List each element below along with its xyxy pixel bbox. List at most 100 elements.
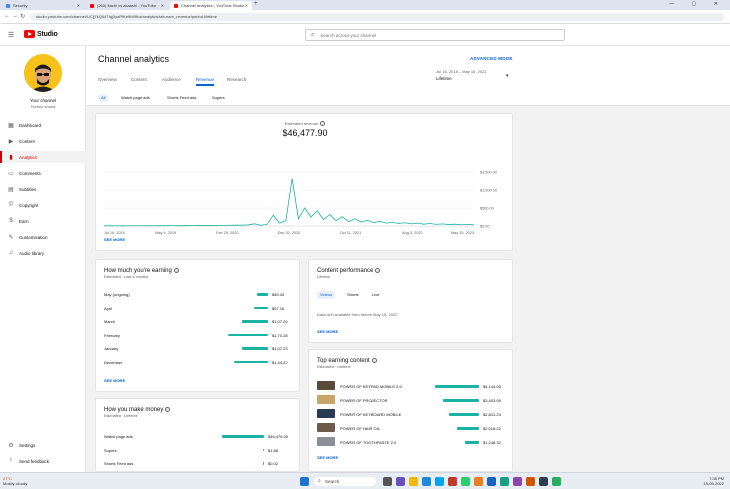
store-icon[interactable] — [435, 477, 444, 486]
date-period-label[interactable]: Lifetime — [436, 76, 452, 81]
content-perf-see-more-link[interactable]: SEE MORE — [317, 329, 338, 334]
menu-icon[interactable]: ☰ — [8, 31, 14, 39]
pill-videos[interactable]: Videos — [317, 291, 336, 299]
channel-avatar[interactable] — [24, 54, 62, 92]
video-thumbnail[interactable] — [317, 409, 335, 418]
system-clock[interactable]: 7:38 PM 15-05-2022 — [704, 476, 724, 486]
chat-icon[interactable] — [396, 477, 405, 486]
chip-all[interactable]: All — [98, 94, 109, 102]
tab-revenue[interactable]: Revenue — [196, 77, 215, 86]
back-icon[interactable]: ← — [4, 13, 10, 19]
tab-content[interactable]: Content — [131, 77, 147, 82]
sidebar-item-dashboard[interactable]: ▦ Dashboard — [0, 119, 86, 131]
feedback-icon: ! — [10, 458, 12, 464]
window-controls[interactable]: — ▢ ✕ — [669, 1, 726, 7]
money-card-subtitle: Estimated · Lifetime — [104, 414, 138, 418]
taskbar-search[interactable]: ⌕ Search — [314, 477, 376, 486]
revenue-chart-card: Estimated revenue i $46,477.90 $1,500.00 $… — [95, 113, 513, 251]
info-icon[interactable]: i — [165, 407, 171, 412]
edge-icon[interactable] — [422, 477, 431, 486]
browser-tab-channel-analytics[interactable]: Channel analytics - YouTube Studio ✕ — [170, 1, 252, 10]
close-tab-icon[interactable]: ✕ — [161, 3, 164, 8]
top-earning-row-label[interactable]: POWER OF PROJECTOR — [340, 398, 387, 403]
weather-widget[interactable]: 27°C Mostly cloudy — [3, 476, 27, 486]
top-earning-row-bar — [442, 399, 479, 402]
revenue-see-more-link[interactable]: SEE MORE — [104, 237, 125, 242]
advanced-mode-button[interactable]: ADVANCED MODE — [470, 56, 513, 61]
taskbar-search-placeholder: Search — [325, 479, 340, 484]
sidebar-item-analytics[interactable]: ▮ Analytics — [0, 151, 86, 163]
video-thumbnail[interactable] — [317, 423, 335, 432]
pill-shorts[interactable]: Shorts — [344, 291, 362, 299]
forward-icon[interactable]: → — [12, 13, 18, 19]
video-thumbnail[interactable] — [317, 395, 335, 404]
top-earning-see-more-link[interactable]: SEE MORE — [317, 455, 338, 460]
info-icon[interactable]: i — [375, 268, 381, 273]
app-icon[interactable] — [448, 477, 457, 486]
revenue-series-line[interactable] — [104, 178, 475, 227]
date-range-text[interactable]: Jul 16, 2018 – May 15, 2022 — [436, 69, 486, 74]
sidebar-item-earn[interactable]: $ Earn — [0, 215, 86, 227]
task-view-icon[interactable] — [383, 477, 392, 486]
chrome-icon[interactable] — [461, 477, 470, 486]
analytics-icon: ▮ — [9, 154, 13, 161]
gear-icon: ⚙ — [8, 442, 14, 449]
studio-header: ☰ Studio ⌕ — [0, 24, 730, 46]
info-icon[interactable]: i — [371, 358, 377, 363]
chip-shorts-feed-ads[interactable]: Shorts Feed ads — [164, 94, 199, 102]
file-explorer-icon[interactable] — [409, 477, 418, 486]
app-icon[interactable] — [500, 477, 509, 486]
earning-row-bar — [256, 293, 268, 296]
top-earning-row-value: $3,403.09 — [483, 398, 501, 403]
sidebar-item-customisation[interactable]: ✎ Customisation — [0, 231, 86, 243]
sidebar-item-send-feedback[interactable]: ! Send feedback — [0, 455, 86, 467]
app-icon[interactable] — [526, 477, 535, 486]
top-earning-row-label[interactable]: POWER OF KEYBOARD MOBILE — [340, 412, 401, 417]
tab-overview[interactable]: Overview — [98, 77, 117, 82]
browser-tab-security[interactable]: Security ✕ — [2, 1, 84, 10]
app-icon[interactable] — [513, 477, 522, 486]
new-tab-button[interactable]: + — [254, 1, 258, 7]
reload-icon[interactable]: ↻ — [20, 13, 25, 20]
close-tab-icon[interactable]: ✕ — [77, 3, 80, 8]
url-field[interactable]: studio.youtube.com/channel/UCjj7kQ64Tfqj… — [30, 13, 724, 21]
info-icon[interactable]: i — [173, 268, 179, 273]
money-card: How you make money i Estimated · Lifetime… — [95, 398, 300, 472]
dropdown-caret-icon[interactable]: ▾ — [506, 73, 509, 79]
earning-row-label: March — [104, 319, 116, 324]
chip-watch-page-ads[interactable]: Watch page ads — [118, 94, 153, 102]
search-input[interactable] — [320, 32, 541, 38]
sidebar-item-settings[interactable]: ⚙ Settings — [0, 439, 86, 451]
tab-audience[interactable]: Audience — [162, 77, 181, 82]
top-earning-row-label[interactable]: POWER OF TOOTHPASTE 2.0 — [340, 440, 396, 445]
left-sidebar: Your channel Techno shorts ▦ Dashboard ▶… — [0, 46, 86, 472]
app-icon[interactable] — [552, 477, 561, 486]
sidebar-item-copyright[interactable]: © Copyright — [0, 199, 86, 211]
video-thumbnail[interactable] — [317, 437, 335, 446]
earning-see-more-link[interactable]: SEE MORE — [104, 378, 125, 383]
browser-tab-youtube-video[interactable]: (260) Itachi vs akaashi - YouTube ✕ — [86, 1, 168, 10]
app-icon[interactable] — [539, 477, 548, 486]
close-tab-icon[interactable]: ✕ — [245, 3, 248, 8]
sidebar-item-audio-library[interactable]: ♫ Audio library — [0, 247, 86, 259]
tab-research[interactable]: Research — [227, 77, 246, 82]
top-earning-row-label[interactable]: POWER OF HAIR OIL — [340, 426, 380, 431]
chip-supers[interactable]: Supers — [209, 94, 228, 102]
pill-live[interactable]: Live — [369, 291, 382, 299]
top-earning-row-bar — [464, 441, 479, 444]
sidebar-item-subtitles[interactable]: ▤ Subtitles — [0, 183, 86, 195]
windows-start-icon[interactable] — [300, 477, 309, 486]
subtitles-icon: ▤ — [8, 186, 14, 193]
sidebar-item-content[interactable]: ▶ Content — [0, 135, 86, 147]
app-icon[interactable] — [474, 477, 483, 486]
search-bar[interactable]: ⌕ — [305, 29, 565, 41]
sidebar-item-comments[interactable]: ▭ Comments — [0, 167, 86, 179]
sidebar-item-label: Dashboard — [19, 122, 42, 128]
search-icon[interactable]: ⌕ — [311, 32, 314, 39]
top-earning-row-label[interactable]: POWER OF KEYPAD MOBILE 2.0 — [340, 384, 402, 389]
earning-row-value: $1,07.20 — [272, 319, 288, 324]
word-icon[interactable] — [487, 477, 496, 486]
money-row-value: $46,476.00 — [268, 434, 289, 439]
video-thumbnail[interactable] — [317, 381, 335, 390]
studio-logo[interactable]: Studio — [24, 30, 58, 38]
